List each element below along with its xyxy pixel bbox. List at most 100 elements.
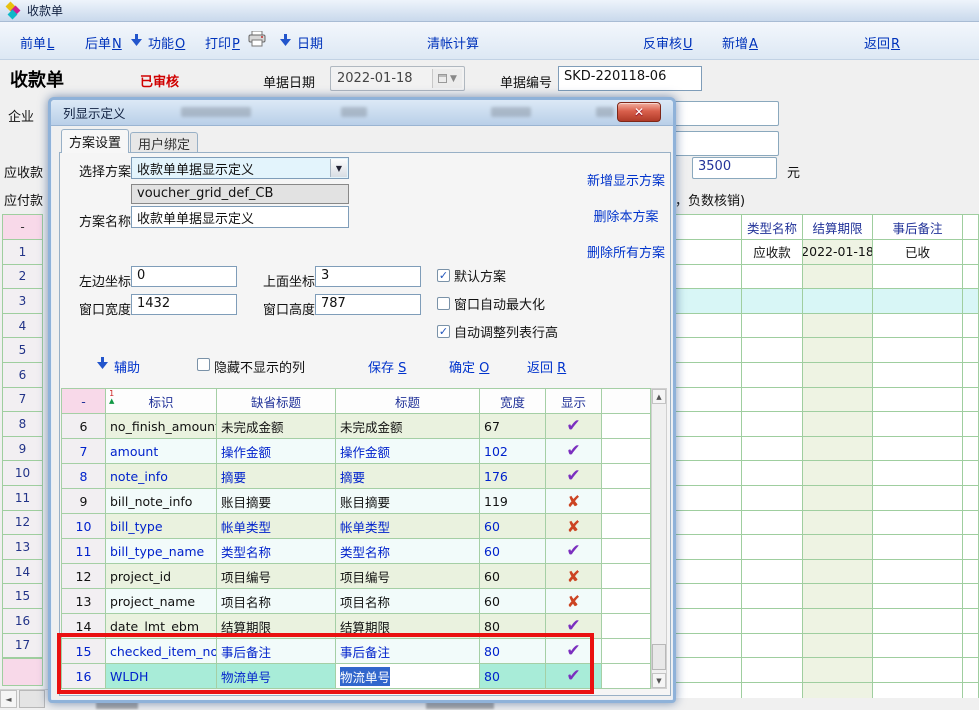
vscroll-thumb[interactable]	[652, 644, 666, 670]
title-cell[interactable]: 项目编号	[336, 564, 480, 589]
default-title-cell[interactable]: 未完成金额	[217, 414, 336, 439]
column-id-cell[interactable]: bill_type	[106, 514, 217, 539]
width-cell[interactable]: 80	[480, 639, 546, 664]
check-icon[interactable]: ✔	[566, 441, 580, 461]
clear-account-calc-button[interactable]: 清帐计算	[427, 33, 479, 52]
hide-hidden-cols-checkbox[interactable]	[197, 358, 210, 371]
table-row[interactable]: 9bill_note_info账目摘要账目摘要119✘	[61, 489, 651, 514]
table-row[interactable]: 6no_finish_amount未完成金额未完成金额67✔	[61, 414, 651, 439]
table-row[interactable]: 10bill_type帐单类型帐单类型60✘	[61, 514, 651, 539]
aux-button[interactable]: 辅助	[114, 357, 140, 376]
title-cell[interactable]: 结算期限	[336, 614, 480, 639]
width-cell[interactable]: 60	[480, 539, 546, 564]
table-row[interactable]: 7amount操作金额操作金额102✔	[61, 439, 651, 464]
default-scheme-checkbox[interactable]: ✓默认方案	[437, 266, 506, 285]
coord-field-input[interactable]: 1432	[131, 294, 237, 315]
title-cell[interactable]: 帐单类型	[336, 514, 480, 539]
column-id-cell[interactable]: bill_type_name	[106, 539, 217, 564]
unaudit-button[interactable]: 反审核U	[643, 33, 693, 52]
column-id-cell[interactable]: bill_note_info	[106, 489, 217, 514]
width-cell[interactable]: 119	[480, 489, 546, 514]
add-scheme-link[interactable]: 新增显示方案	[579, 170, 673, 189]
column-id-cell[interactable]: WLDH	[106, 664, 217, 689]
table-header-cell[interactable]: 标识1▲	[106, 388, 217, 414]
width-cell[interactable]: 60	[480, 564, 546, 589]
return-button[interactable]: 返回R	[864, 33, 900, 52]
next-doc-button[interactable]: 后单N	[85, 33, 122, 52]
default-title-cell[interactable]: 类型名称	[217, 539, 336, 564]
default-title-cell[interactable]: 项目名称	[217, 589, 336, 614]
show-flag-cell[interactable]: ✔	[546, 639, 602, 664]
save-button[interactable]: 保存 S	[368, 357, 406, 376]
width-cell[interactable]: 80	[480, 614, 546, 639]
x-icon[interactable]: ✘	[567, 517, 580, 536]
show-flag-cell[interactable]: ✔	[546, 614, 602, 639]
aux-dropdown-arrow-icon[interactable]	[97, 357, 108, 373]
show-flag-cell[interactable]: ✘	[546, 589, 602, 614]
auto-maximize-checkbox[interactable]: 窗口自动最大化	[437, 294, 545, 313]
coord-field-input[interactable]: 787	[315, 294, 421, 315]
x-icon[interactable]: ✘	[567, 592, 580, 611]
dialog-close-button[interactable]: ✕	[617, 102, 661, 122]
column-id-cell[interactable]: amount	[106, 439, 217, 464]
default-title-cell[interactable]: 摘要	[217, 464, 336, 489]
scroll-up-icon[interactable]: ▲	[652, 389, 666, 404]
width-cell[interactable]: 60	[480, 514, 546, 539]
dialog-titlebar[interactable]: 列显示定义	[51, 100, 673, 126]
coord-field-input[interactable]: 3	[315, 266, 421, 287]
doc-no-input[interactable]: SKD-220118-06	[558, 66, 702, 91]
width-cell[interactable]: 176	[480, 464, 546, 489]
checkbox-icon[interactable]: ✓	[437, 269, 450, 282]
show-flag-cell[interactable]: ✘	[546, 514, 602, 539]
table-header-cell[interactable]: 显示	[546, 388, 602, 414]
check-icon[interactable]: ✔	[566, 416, 580, 436]
dialog-table-scrollbar[interactable]: ▲ ▼	[651, 388, 667, 689]
title-cell[interactable]: 未完成金额	[336, 414, 480, 439]
check-icon[interactable]: ✔	[566, 666, 580, 686]
check-icon[interactable]: ✔	[566, 641, 580, 661]
column-id-cell[interactable]: date_lmt_ebm	[106, 614, 217, 639]
title-cell[interactable]: 物流单号	[336, 664, 480, 689]
table-header-cell[interactable]: 缺省标题	[217, 388, 336, 414]
table-header-cell[interactable]: 标题	[336, 388, 480, 414]
show-flag-cell[interactable]: ✔	[546, 439, 602, 464]
checkbox-icon[interactable]: ✓	[437, 325, 450, 338]
width-cell[interactable]: 67	[480, 414, 546, 439]
confirm-button[interactable]: 确定 O	[449, 357, 489, 376]
title-cell[interactable]: 事后备注	[336, 639, 480, 664]
check-icon[interactable]: ✔	[566, 616, 580, 636]
check-icon[interactable]: ✔	[566, 541, 580, 561]
x-icon[interactable]: ✘	[567, 492, 580, 511]
show-flag-cell[interactable]: ✘	[546, 489, 602, 514]
default-title-cell[interactable]: 操作金额	[217, 439, 336, 464]
table-row[interactable]: 13project_name项目名称项目名称60✘	[61, 589, 651, 614]
column-id-cell[interactable]: project_id	[106, 564, 217, 589]
selected-text[interactable]: 物流单号	[340, 667, 390, 686]
title-cell[interactable]: 操作金额	[336, 439, 480, 464]
default-title-cell[interactable]: 事后备注	[217, 639, 336, 664]
width-cell[interactable]: 80	[480, 664, 546, 689]
hscroll-thumb[interactable]	[19, 690, 45, 708]
delete-scheme-link[interactable]: 删除本方案	[579, 206, 673, 225]
date-dropdown-arrow-icon[interactable]	[280, 33, 291, 48]
table-row[interactable]: 16WLDH物流单号物流单号80✔	[61, 664, 651, 689]
show-flag-cell[interactable]: ✔	[546, 539, 602, 564]
function-dropdown-arrow-icon[interactable]	[131, 33, 142, 48]
printer-icon[interactable]	[248, 31, 266, 51]
check-icon[interactable]: ✔	[566, 466, 580, 486]
table-row[interactable]: 15checked_item_not事后备注事后备注80✔	[61, 639, 651, 664]
title-cell[interactable]: 项目名称	[336, 589, 480, 614]
table-row[interactable]: 14date_lmt_ebm结算期限结算期限80✔	[61, 614, 651, 639]
table-row[interactable]: 12project_id项目编号项目编号60✘	[61, 564, 651, 589]
scroll-left-icon[interactable]: ◄	[0, 690, 17, 708]
title-cell[interactable]: 账目摘要	[336, 489, 480, 514]
column-id-cell[interactable]: project_name	[106, 589, 217, 614]
delete-all-schemes-link[interactable]: 删除所有方案	[579, 242, 673, 261]
prev-doc-button[interactable]: 前单L	[20, 33, 54, 52]
tab-user-binding[interactable]: 用户绑定	[130, 132, 198, 153]
show-flag-cell[interactable]: ✔	[546, 664, 602, 689]
coord-field-input[interactable]: 0	[131, 266, 237, 287]
default-title-cell[interactable]: 帐单类型	[217, 514, 336, 539]
auto-row-height-checkbox[interactable]: ✓自动调整列表行高	[437, 322, 558, 341]
amount-input[interactable]: 3500	[692, 157, 777, 179]
